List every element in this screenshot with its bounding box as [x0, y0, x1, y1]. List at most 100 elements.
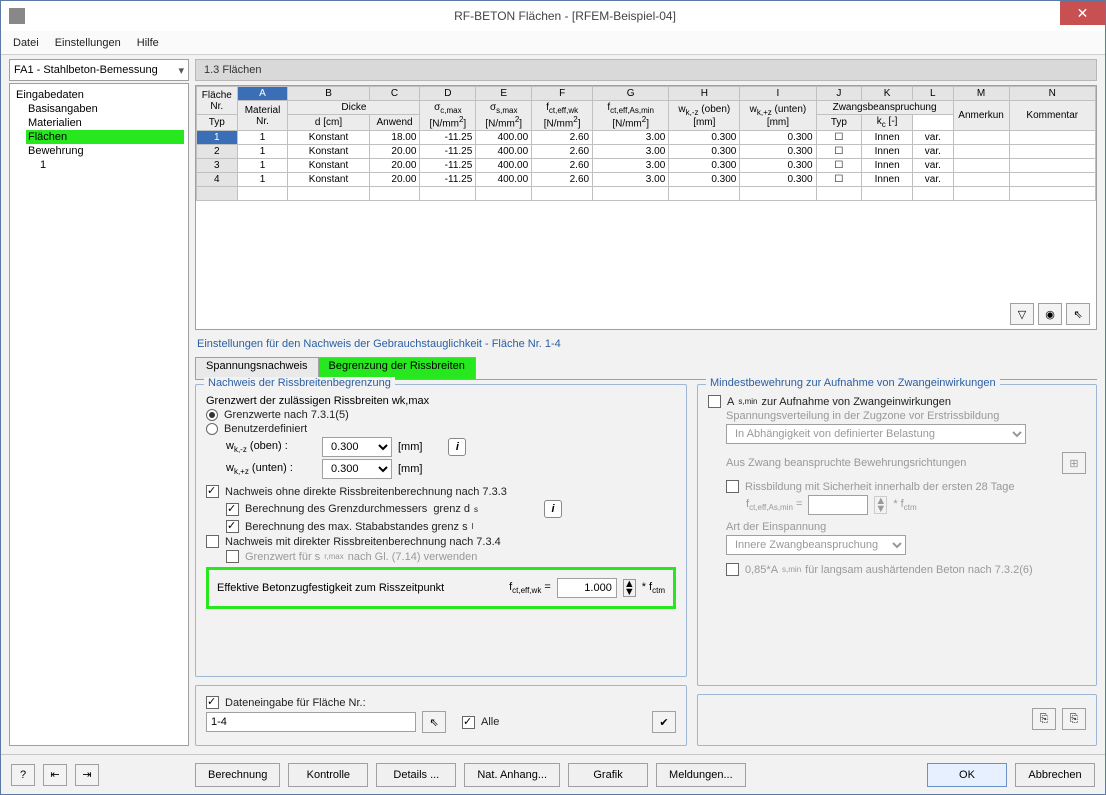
tree-root[interactable]: Eingabedaten: [14, 88, 184, 102]
details-button[interactable]: Details ...: [376, 763, 456, 787]
copy-right-button[interactable]: ⎘: [1062, 708, 1086, 730]
filter-button[interactable]: ▽: [1010, 303, 1034, 325]
kontrolle-button[interactable]: Kontrolle: [288, 763, 368, 787]
chk-ds[interactable]: [226, 503, 239, 516]
right-panel: Mindestbewehrung zur Aufnahme von Zwange…: [697, 384, 1097, 746]
grid-tools: ▽ ◉ ⇖: [1010, 303, 1090, 325]
table-row[interactable]: 21Konstant20.00-11.25400.002.603.000.300…: [197, 145, 1096, 159]
abbrechen-button[interactable]: Abbrechen: [1015, 763, 1095, 787]
prev-button[interactable]: ⇤: [43, 764, 67, 786]
col-material-no[interactable]: MaterialNr.: [237, 101, 288, 131]
chk-734[interactable]: [206, 535, 219, 548]
pick-surfaces-button[interactable]: ⇖: [422, 711, 446, 733]
tree-basisangaben[interactable]: Basisangaben: [26, 102, 184, 116]
table-row[interactable]: 11Konstant18.00-11.25400.002.603.000.300…: [197, 131, 1096, 145]
lbl-zwang-dir: Aus Zwang beanspruchte Bewehrungsrichtun…: [726, 457, 966, 469]
col-sigma-c[interactable]: σc,max[N/mm2]: [420, 101, 476, 131]
sel-art: Innere Zwangbeanspruchung: [726, 535, 906, 555]
table-row[interactable]: 41Konstant20.00-11.25400.002.603.000.300…: [197, 173, 1096, 187]
view-button[interactable]: ◉: [1038, 303, 1062, 325]
col-letter-b[interactable]: B: [288, 87, 369, 101]
col-kc[interactable]: kc [-]: [862, 115, 913, 131]
col-letter-g[interactable]: G: [593, 87, 669, 101]
nat-anhang-button[interactable]: Nat. Anhang...: [464, 763, 560, 787]
col-surface-no[interactable]: FlächeNr.: [197, 87, 238, 115]
radio-user[interactable]: [206, 423, 218, 435]
radio-7315[interactable]: [206, 409, 218, 421]
chk-sl[interactable]: [226, 520, 239, 533]
app-window: RF-BETON Flächen - [RFEM-Beispiel-04] ✕ …: [0, 0, 1106, 795]
unit-mm-1: [mm]: [398, 441, 422, 453]
pick-button[interactable]: ⇖: [1066, 303, 1090, 325]
col-letter-d[interactable]: D: [420, 87, 476, 101]
sel-wk-oben[interactable]: 0.300: [322, 437, 392, 457]
col-letter-n[interactable]: N: [1009, 87, 1096, 101]
chk-data-input[interactable]: [206, 696, 219, 709]
col-letter-f[interactable]: F: [532, 87, 593, 101]
col-wkz-oben[interactable]: wk,-z (oben)[mm]: [669, 101, 740, 131]
col-anmerkun[interactable]: Anmerkun: [953, 101, 1009, 131]
menu-settings[interactable]: Einstellungen: [55, 37, 121, 49]
col-fct-wk[interactable]: fct,eff,wk[N/mm2]: [532, 101, 593, 131]
inp-surfaces[interactable]: [206, 712, 416, 732]
inp-fctwk[interactable]: [557, 578, 617, 598]
sel-spannungsvert: In Abhängigkeit von definierter Belastun…: [726, 424, 1026, 444]
case-combo[interactable]: FA1 - Stahlbeton-Bemessung: [9, 59, 189, 81]
nav-tree[interactable]: Eingabedaten Basisangaben Materialien Fl…: [9, 83, 189, 746]
col-anwend[interactable]: Anwend: [369, 115, 420, 131]
col-letter-c[interactable]: C: [369, 87, 420, 101]
tree-flaechen[interactable]: Flächen: [26, 130, 184, 144]
col-d[interactable]: d [cm]: [288, 115, 369, 131]
next-button[interactable]: ⇥: [75, 764, 99, 786]
sel-wk-unten[interactable]: 0.300: [322, 459, 392, 479]
apply-button[interactable]: ✔: [652, 711, 676, 733]
col-letter-h[interactable]: H: [669, 87, 740, 101]
chk-rissbildung: [726, 480, 739, 493]
tab-spannungsnachweis[interactable]: Spannungsnachweis: [195, 357, 319, 379]
surfaces-grid[interactable]: FlächeNr. A B C D E F G H I J K L M: [196, 86, 1096, 201]
meldungen-button[interactable]: Meldungen...: [656, 763, 746, 787]
chk-733[interactable]: [206, 485, 219, 498]
col-letter-m[interactable]: M: [953, 87, 1009, 101]
col-letter-j[interactable]: J: [816, 87, 862, 101]
menu-file[interactable]: Datei: [13, 37, 39, 49]
info-icon-ds[interactable]: i: [544, 500, 562, 518]
col-restraint-type[interactable]: Typ: [816, 115, 862, 131]
case-combo-value: FA1 - Stahlbeton-Bemessung: [14, 64, 158, 76]
lbl-fctwk: fct,eff,wk =: [509, 581, 551, 595]
table-row[interactable]: 31Konstant20.00-11.25400.002.603.000.300…: [197, 159, 1096, 173]
col-letter-i[interactable]: I: [740, 87, 816, 101]
info-icon-wk[interactable]: i: [448, 438, 466, 456]
menu-help[interactable]: Hilfe: [137, 37, 159, 49]
tree-bewehrung-1[interactable]: 1: [38, 158, 184, 172]
close-button[interactable]: ✕: [1060, 1, 1105, 25]
settings-caption: Einstellungen für den Nachweis der Gebra…: [195, 334, 1097, 354]
gb-data-input: Dateneingabe für Fläche Nr.: ⇖ Alle ✔: [195, 685, 687, 746]
col-restraint[interactable]: Zwangsbeanspruchung: [816, 101, 953, 115]
col-kommentar[interactable]: Kommentar: [1009, 101, 1096, 131]
col-letter-l[interactable]: L: [913, 87, 954, 101]
lbl-733: Nachweis ohne direkte Rissbreitenberechn…: [225, 486, 507, 498]
berechnung-button[interactable]: Berechnung: [195, 763, 280, 787]
col-letter-e[interactable]: E: [476, 87, 532, 101]
app-icon: [9, 8, 25, 24]
grafik-button[interactable]: Grafik: [568, 763, 648, 787]
col-letter-k[interactable]: K: [862, 87, 913, 101]
left-panel: Nachweis der Rissbreitenbegrenzung Grenz…: [195, 384, 687, 746]
col-thickness[interactable]: Dicke: [288, 101, 420, 115]
menubar: Datei Einstellungen Hilfe: [1, 31, 1105, 55]
spinner-fctwk[interactable]: ▲▼: [623, 579, 636, 597]
ok-button[interactable]: OK: [927, 763, 1007, 787]
col-wkz-unten[interactable]: wk,+z (unten)[mm]: [740, 101, 816, 131]
copy-left-button[interactable]: ⎘: [1032, 708, 1056, 730]
col-fct-asmin[interactable]: fct,eff,As,min[N/mm2]: [593, 101, 669, 131]
col-type[interactable]: Typ: [197, 115, 238, 131]
col-letter-a[interactable]: A: [237, 87, 288, 101]
help-button[interactable]: ?: [11, 764, 35, 786]
chk-alle[interactable]: [462, 716, 475, 729]
chk-asmin[interactable]: [708, 395, 721, 408]
tree-materialien[interactable]: Materialien: [26, 116, 184, 130]
col-sigma-s[interactable]: σs,max[N/mm2]: [476, 101, 532, 131]
tree-bewehrung[interactable]: Bewehrung: [26, 144, 184, 158]
tab-rissbreiten[interactable]: Begrenzung der Rissbreiten: [318, 357, 476, 379]
